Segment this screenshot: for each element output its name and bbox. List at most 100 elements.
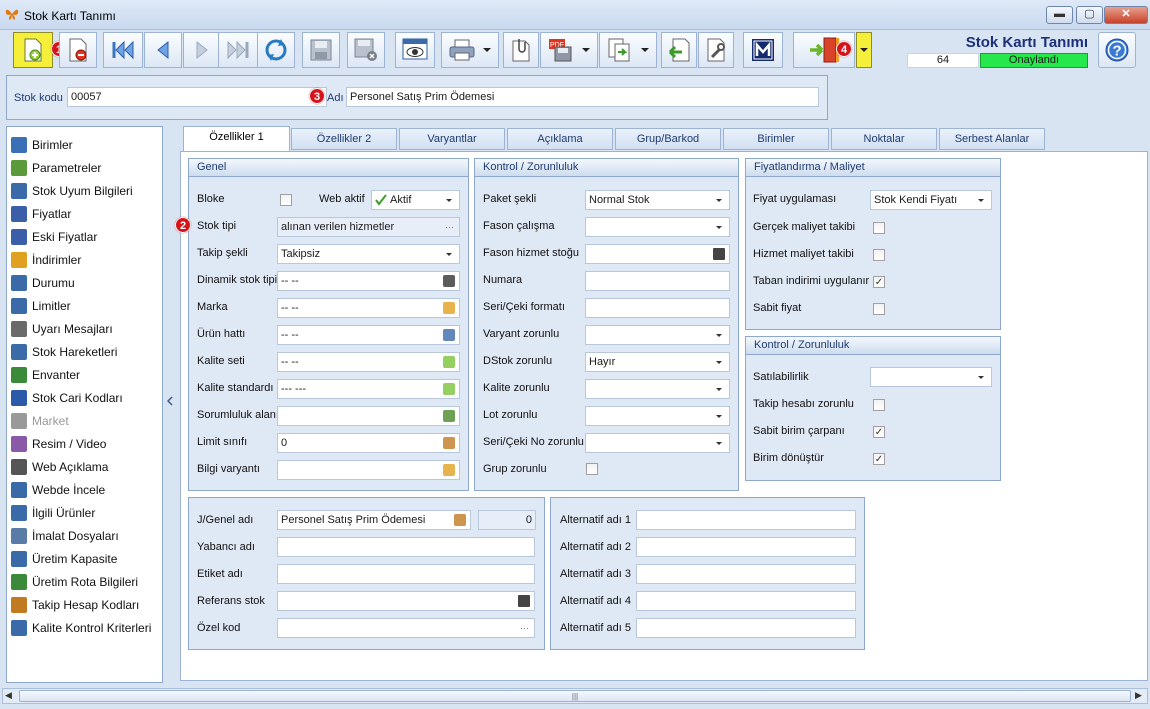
tab-birimler[interactable]: Birimler [723,128,829,150]
yabanci-adi-input[interactable] [277,537,535,557]
sabit-birim-carpani-checkbox[interactable] [873,426,885,438]
nav-item-fiyatlar[interactable]: Fiyatlar [11,203,71,225]
kalite-standardi-input[interactable]: --- --- [277,379,460,399]
tree-icon[interactable] [443,329,455,341]
tools-button[interactable] [698,32,734,68]
seri-ceki-no-zorunlu-input[interactable] [585,433,730,453]
nav-item-uyari-mesajlari[interactable]: Uyarı Mesajları [11,318,113,340]
barcode-icon[interactable] [443,275,455,287]
nav-item-limitler[interactable]: Limitler [11,295,71,317]
stock-name-input[interactable]: Personel Satış Prim Ödemesi [346,87,819,107]
nav-item-stok-uyum-bilgileri[interactable]: Stok Uyum Bilgileri [11,180,133,202]
import-button[interactable] [661,32,697,68]
nav-item-uretim-kapasite[interactable]: Üretim Kapasite [11,548,117,570]
tab-ozellikler-1[interactable]: Özellikler 1 [183,126,290,152]
nav-item-market[interactable]: Market [11,410,69,432]
tag-icon[interactable] [443,464,455,476]
barcode-icon[interactable] [518,595,530,607]
help-button[interactable]: ? [1098,32,1136,68]
kalite-zorunlu-input[interactable] [585,379,730,399]
nav-item-kalite-kontrol-kriterleri[interactable]: Kalite Kontrol Kriterleri [11,617,151,639]
referans-stok-input[interactable] [277,591,535,611]
paket-sekli-input[interactable]: Normal Stok [585,190,730,210]
takip-hesabi-zorunlu-checkbox[interactable] [873,399,885,411]
taban-indirimi-uygulanir-checkbox[interactable] [873,276,885,288]
nav-item-parametreler[interactable]: Parametreler [11,157,101,179]
sorumluluk-alani-input[interactable] [277,406,460,426]
limit-sinifi-input[interactable]: 0 [277,433,460,453]
tag-icon[interactable] [443,302,455,314]
marka-input[interactable]: -- -- [277,298,460,318]
previous-record-button[interactable] [144,32,182,68]
ellipsis-icon[interactable]: ··· [520,619,529,637]
hizmet-maliyet-takibi-checkbox[interactable] [873,249,885,261]
tab-serbest-alanlar[interactable]: Serbest Alanlar [939,128,1045,150]
refresh-button[interactable] [257,32,295,68]
exit-dropdown-button[interactable] [856,32,872,68]
m-module-button[interactable] [743,32,783,68]
grup-zorunlu-checkbox[interactable] [586,463,598,475]
nav-item-web-aciklama[interactable]: Web Açıklama [11,456,108,478]
tab-grup-barkod[interactable]: Grup/Barkod [615,128,721,150]
nav-item-webde-i-ncele[interactable]: Webde İncele [11,479,105,501]
save-and-delete-button[interactable] [347,32,385,68]
ellipsis-icon[interactable]: ··· [445,218,454,236]
nav-item-stok-cari-kodlari[interactable]: Stok Cari Kodları [11,387,123,409]
nav-item-i-lgili-urunler[interactable]: İlgili Ürünler [11,502,95,524]
lot-zorunlu-input[interactable] [585,406,730,426]
check-icon[interactable] [443,356,455,368]
print-button[interactable] [441,32,499,68]
alternatif-adi-4-input[interactable] [636,591,856,611]
nav-item-uretim-rota-bilgileri[interactable]: Üretim Rota Bilgileri [11,571,138,593]
kalite-seti-input[interactable]: -- -- [277,352,460,372]
nav-item-takip-hesap-kodlari[interactable]: Takip Hesap Kodları [11,594,139,616]
minimize-button[interactable]: ▬ [1046,6,1073,24]
edit-icon[interactable] [443,437,455,449]
dinamik-stok-tipi-input[interactable]: -- -- [277,271,460,291]
bilgi-varyanti-input[interactable] [277,460,460,480]
alternatif-adi-3-input[interactable] [636,564,856,584]
nav-item-envanter[interactable]: Envanter [11,364,80,386]
alternatif-adi-2-input[interactable] [636,537,856,557]
delete-record-button[interactable] [59,32,97,68]
close-button[interactable]: ✕ [1104,6,1148,24]
scroll-right-icon[interactable]: ▶ [1135,690,1142,701]
nav-item-resim-video[interactable]: Resim / Video [11,433,106,455]
stok-tipi-input[interactable]: alınan verilen hizmetler ··· [277,217,460,237]
web-aktif-select[interactable]: Aktif [371,190,460,210]
fason-hizmet-stogu-input[interactable] [585,244,730,264]
urun-hatti-input[interactable]: -- -- [277,325,460,345]
copy-export-dropdown-caret[interactable] [641,48,649,52]
first-record-button[interactable] [103,32,143,68]
alternatif-adi-1-input[interactable] [636,510,856,530]
horizontal-scrollbar[interactable]: ◀ ||| ▶ [2,688,1148,704]
tab-aciklama[interactable]: Açıklama [507,128,613,150]
birim-donustur-checkbox[interactable] [873,453,885,465]
stock-code-input[interactable]: 00057 [67,87,327,107]
sabit-fiyat-checkbox[interactable] [873,303,885,315]
varyant-zorunlu-input[interactable] [585,325,730,345]
satilabilirlik-select[interactable] [870,367,992,387]
nav-item-i-malat-dosyalari[interactable]: İmalat Dosyaları [11,525,119,547]
fason-calisma-input[interactable] [585,217,730,237]
scroll-left-icon[interactable]: ◀ [5,690,12,701]
fiyat-uygulamasi-select[interactable]: Stok Kendi Fiyatı [870,190,992,210]
dstok-zorunlu-input[interactable]: Hayır [585,352,730,372]
nav-item-i-ndirimler[interactable]: İndirimler [11,249,81,271]
nav-item-eski-fiyatlar[interactable]: Eski Fiyatlar [11,226,97,248]
maximize-button[interactable]: ▢ [1076,6,1103,24]
ozel-kod-input[interactable]: ··· [277,618,535,638]
bloke-checkbox[interactable] [280,194,292,206]
copy-export-button[interactable] [599,32,657,68]
next-record-button[interactable] [183,32,221,68]
nav-item-durumu[interactable]: Durumu [11,272,75,294]
pdf-export-button[interactable]: PDF [540,32,598,68]
gercek-maliyet-takibi-checkbox[interactable] [873,222,885,234]
splitter-handle[interactable] [165,126,177,683]
seri-ceki-formati-input[interactable] [585,298,730,318]
people-icon[interactable] [443,410,455,422]
last-record-button[interactable] [218,32,258,68]
check-icon[interactable] [443,383,455,395]
nav-item-stok-hareketleri[interactable]: Stok Hareketleri [11,341,117,363]
print-dropdown-caret[interactable] [483,48,491,52]
